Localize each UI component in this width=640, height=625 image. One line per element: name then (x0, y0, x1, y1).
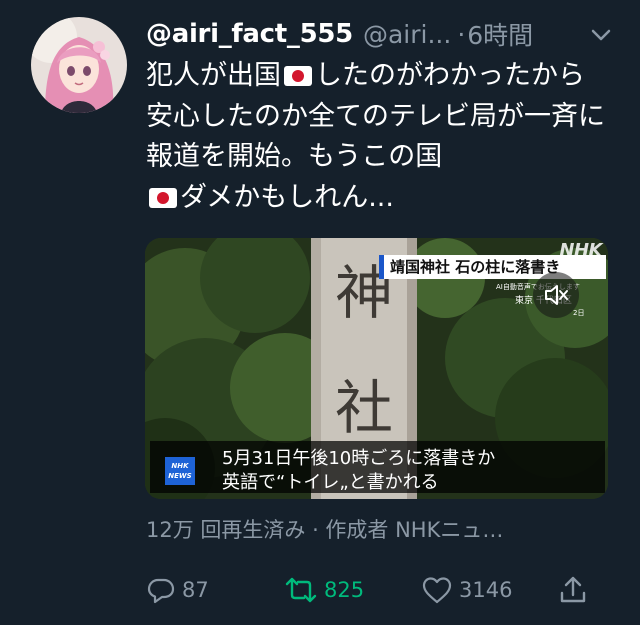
chevron-down-icon[interactable] (586, 20, 616, 50)
retweet-count: 825 (324, 578, 365, 602)
view-count-attribution[interactable]: 12万 回再生済み · 作成者 NHKニュ… (146, 514, 503, 544)
tweet-header: @airi_fact_555 @airi... · 6時間 (146, 14, 616, 54)
retweet-icon (285, 577, 317, 603)
display-name[interactable]: @airi_fact_555 (146, 19, 353, 49)
timestamp[interactable]: 6時間 (467, 16, 533, 52)
tweet-text-part-1: 犯人が出国 (146, 60, 281, 91)
japan-flag-icon (149, 187, 177, 208)
tweet-text-part-3: ダメかもしれん... (180, 181, 394, 213)
like-icon (422, 577, 452, 604)
video-thumbnail[interactable]: 神 社 NHK 靖国神社 石の柱に落書き AI自動音声でお伝えします 東京 千代… (145, 238, 608, 499)
retweet-button[interactable]: 825 (284, 565, 364, 615)
lower-third-caption: NHK NEWS 5月31日午後10時ごろに落書きか 英語で“トイレ„と書かれる (150, 441, 605, 493)
separator-dot: · (457, 19, 466, 49)
reply-count: 87 (182, 578, 209, 602)
news-caption: 靖国神社 石の柱に落書き (379, 255, 606, 279)
mute-icon[interactable] (533, 272, 579, 318)
tweet-text: 犯人が出国 したのがわかったから安心したのか全てのテレビ局が一斉に報道を開始。もう… (146, 56, 606, 218)
action-bar: 87 825 3146 (0, 565, 640, 615)
user-handle[interactable]: @airi... (363, 20, 451, 49)
reply-button[interactable]: 87 (146, 565, 209, 615)
like-button[interactable]: 3146 (421, 565, 512, 615)
like-count: 3146 (459, 578, 513, 602)
nhk-news-badge: NHK NEWS (165, 457, 195, 485)
avatar[interactable] (31, 17, 127, 113)
location-date: 2日 (573, 309, 585, 317)
share-icon (560, 576, 586, 603)
pillar-char-2: 社 (335, 374, 393, 442)
share-button[interactable] (557, 565, 589, 615)
reply-icon (147, 578, 175, 604)
badge-line-1: NHK (171, 462, 189, 470)
lower-third-line-2: 英語で“トイレ„と書かれる (222, 472, 439, 493)
lower-third-line-1: 5月31日午後10時ごろに落書きか (222, 448, 496, 469)
japan-flag-icon (284, 66, 312, 86)
badge-line-2: NEWS (168, 472, 192, 480)
